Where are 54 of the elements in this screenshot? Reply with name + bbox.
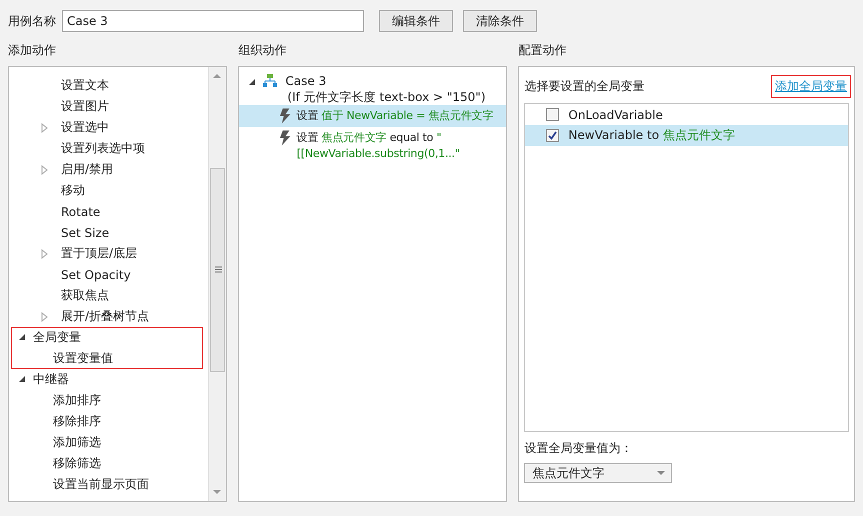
collapsed-arrow-icon[interactable]	[39, 122, 49, 132]
action-item[interactable]: 设置选中	[61, 119, 109, 136]
action-item[interactable]: 移除筛选	[53, 455, 101, 472]
condition-button[interactable]: 清除条件	[463, 10, 537, 32]
lightning-icon	[279, 130, 292, 146]
case-name-label: 用例名称	[8, 12, 56, 30]
collapsed-arrow-icon[interactable]	[39, 164, 49, 174]
action-item[interactable]: Set Size	[61, 226, 110, 240]
collapsed-arrow-icon[interactable]	[39, 312, 49, 322]
lightning-icon	[279, 108, 292, 124]
expanded-arrow-icon[interactable]	[17, 332, 27, 342]
value-label: 设置全局变量值为：	[523, 440, 634, 457]
section-title: 配置动作	[518, 42, 568, 58]
expanded-arrow-icon[interactable]	[247, 77, 258, 87]
case-name-field[interactable]: Case 3	[62, 10, 364, 32]
expanded-arrow-icon[interactable]	[17, 374, 27, 384]
value-dropdown[interactable]: 焦点元件文字	[524, 463, 672, 483]
case-condition: (If 元件文字长度 text-box > "150")	[287, 89, 486, 105]
action-group[interactable]: 全局变量	[33, 329, 81, 346]
action-item[interactable]: 获取焦点	[61, 287, 109, 304]
check-icon	[548, 131, 558, 140]
scroll-up-icon[interactable]	[213, 73, 222, 78]
dropdown-caret-icon	[657, 470, 666, 476]
scrollbar-thumb[interactable]	[210, 168, 226, 372]
grip-icon	[215, 266, 222, 273]
action-item[interactable]: Set Opacity	[61, 268, 131, 282]
action-item[interactable]: 设置图片	[61, 98, 109, 115]
action-item[interactable]: 设置当前显示页面	[53, 476, 149, 493]
action-item[interactable]: 移除排序	[53, 413, 101, 430]
prompt-label: 选择要设置的全局变量	[524, 78, 644, 94]
action-item[interactable]: 添加筛选	[53, 434, 101, 451]
scrollbar[interactable]	[208, 67, 226, 501]
add-variable-link[interactable]: 添加全局变量	[772, 76, 850, 96]
action-group[interactable]: 中继器	[33, 371, 69, 388]
action-item[interactable]: 设置变量值	[53, 350, 113, 367]
section-title: 添加动作	[8, 42, 57, 58]
collapsed-arrow-icon[interactable]	[39, 248, 49, 258]
action-item[interactable]: 设置文本	[61, 77, 109, 94]
action-entry[interactable]: 设置 焦点元件文字 equal to "[[NewVariable.substring(0,1..."	[296, 130, 506, 162]
action-item[interactable]: 设置列表选中项	[61, 140, 145, 157]
variable-name[interactable]: OnLoadVariable	[568, 108, 663, 122]
checkbox[interactable]	[546, 108, 560, 121]
action-item[interactable]: Rotate	[61, 204, 100, 218]
checkbox[interactable]	[546, 129, 560, 142]
action-item[interactable]: 添加排序	[53, 392, 101, 409]
case-tree-icon	[263, 74, 278, 87]
case-label[interactable]: Case 3	[285, 73, 486, 89]
action-item[interactable]: 展开/折叠树节点	[61, 308, 150, 325]
action-item[interactable]: 启用/禁用	[61, 161, 114, 178]
action-item[interactable]: 移动	[61, 182, 85, 199]
section-title: 组织动作	[238, 42, 288, 58]
condition-button[interactable]: 编辑条件	[379, 10, 453, 32]
action-item[interactable]: 置于顶层/底层	[61, 245, 138, 262]
scroll-down-icon[interactable]	[213, 490, 222, 495]
